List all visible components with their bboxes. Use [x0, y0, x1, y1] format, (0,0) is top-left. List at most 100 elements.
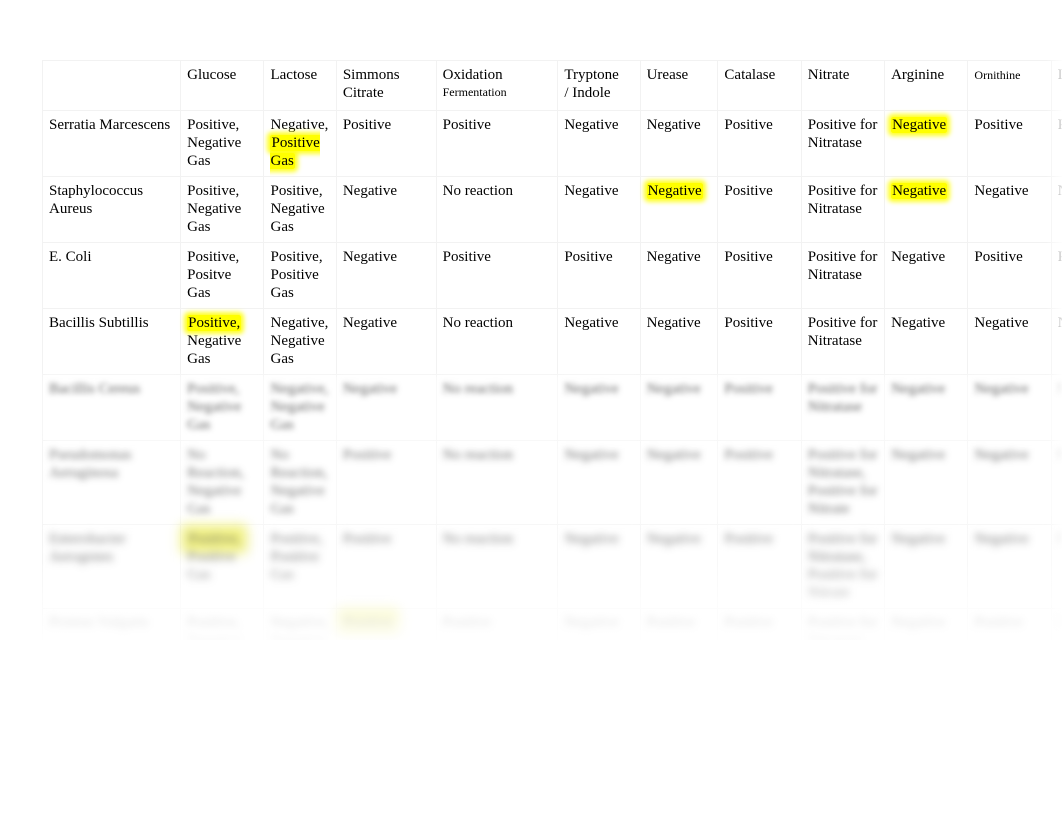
cell-tryptone-indole: Negative: [557, 308, 641, 375]
header-cell-urease: Urease: [639, 60, 719, 111]
simmons-value: Positive: [342, 117, 392, 133]
cell-simmons-citrate: Negative: [335, 374, 437, 441]
cell-catalase: Positive: [717, 110, 802, 177]
cell-lactose: Negative, Negative Gas: [263, 608, 337, 640]
header-label-arginine: Arginine: [891, 67, 945, 83]
cell-organism: Serratia Marcescens: [42, 110, 182, 177]
simmons-value-highlighted: Positive: [342, 615, 394, 631]
urease-value: Positive: [646, 615, 695, 631]
cell-lysine: Negative: [1050, 440, 1062, 525]
cell-simmons-citrate: Negative: [335, 308, 437, 375]
cell-urease: Negative: [639, 308, 719, 375]
urease-value: Negative: [646, 183, 703, 199]
cell-tryptone-indole: Negative: [557, 524, 641, 609]
oxidation-value: No reaction: [442, 381, 514, 397]
catalase-value: Positive: [724, 315, 773, 331]
cell-arginine: Negative: [884, 608, 969, 640]
ornithine-value: Negative: [974, 183, 1029, 199]
lactose-value-plain: Negative, Negative Gas: [270, 315, 329, 367]
header-cell-glucose: Glucose: [180, 60, 265, 111]
cell-nitrate: Positive for Nitratase: [800, 176, 886, 243]
cell-organism: Proteus Vulgaris: [42, 608, 182, 640]
cell-lactose: Positive, Positive Gas: [263, 242, 337, 309]
nitrate-value: Positive for Nitratase: [807, 249, 878, 283]
lysine-value: Positive: [1057, 249, 1062, 265]
header-row: Glucose Lactose Simmons Citrate Oxidatio…: [42, 60, 1062, 111]
cell-nitrate: Positive for Nitratase, Positive: [800, 608, 886, 640]
biochemical-results-table: Glucose Lactose Simmons Citrate Oxidatio…: [42, 60, 1062, 640]
arginine-value: Negative: [891, 117, 948, 133]
nitrate-value: Positive for Nitratase: [807, 183, 878, 217]
cell-lysine: Negative: [1050, 308, 1062, 375]
lactose-value-plain: Positive, Negative Gas: [270, 183, 325, 235]
cell-tryptone-indole: Negative: [557, 110, 641, 177]
urease-value: Negative: [646, 117, 701, 133]
cell-simmons-citrate: Negative: [335, 176, 437, 243]
cell-nitrate: Positive for Nitratase: [800, 308, 886, 375]
cell-simmons-citrate: Positive: [335, 608, 437, 640]
cell-nitrate: Positive for Nitratase: [800, 374, 886, 441]
tryptone-value: Negative: [564, 381, 619, 397]
nitrate-value: Positive for Nitratase, Positive for Nit…: [807, 447, 878, 517]
cell-tryptone-indole: Positive: [557, 242, 641, 309]
header-cell-simmons-citrate: Simmons Citrate: [335, 60, 437, 111]
table-row: Serratia Marcescens Positive, Negative G…: [42, 110, 1062, 177]
lysine-value: Negative: [1058, 531, 1062, 547]
oxidation-value: Positive: [442, 117, 491, 133]
cell-ornithine: Negative: [967, 524, 1052, 609]
lactose-value-plain: No Reaction, Negative Gas: [270, 447, 328, 517]
glucose-value: Positive, Negative Gas: [187, 615, 241, 640]
cell-lactose: No Reaction, Negative Gas: [263, 440, 337, 525]
lysine-value: Negative: [1058, 315, 1062, 331]
cell-oxidation-fermentation: No reaction: [435, 524, 559, 609]
header-label-tryptone: Tryptone: [564, 67, 619, 83]
table-row: Proteus Vulgaris Positive, Negative Gas …: [42, 608, 1062, 640]
header-label-lactose: Lactose: [270, 67, 318, 83]
glucose-value: Positive, Negative Gas: [187, 117, 242, 169]
ornithine-value: Negative: [974, 315, 1029, 331]
cell-simmons-citrate: Positive: [335, 110, 437, 177]
table-row: Pseudomonas Aeruginosa No Reaction, Nega…: [42, 440, 1062, 525]
ornithine-value: Negative: [974, 447, 1029, 463]
header-label-ornithine: Ornithine: [974, 68, 1021, 82]
cell-ornithine: Positive: [967, 608, 1052, 640]
cell-ornithine: Negative: [967, 308, 1052, 375]
cell-oxidation-fermentation: Positive: [435, 608, 559, 640]
lactose-value-plain: Positive, Positive Gas: [270, 249, 323, 301]
cell-organism: Bacillis Subtillis: [42, 308, 182, 375]
arginine-value: Negative: [891, 315, 946, 331]
oxidation-value: No reaction: [442, 531, 514, 547]
oxidation-value: No reaction: [442, 183, 514, 199]
cell-oxidation-fermentation: No reaction: [435, 440, 559, 525]
cell-tryptone-indole: Negative: [557, 440, 641, 525]
nitrate-value: Positive for Nitratase: [807, 315, 878, 349]
cell-glucose: Positive, Negative Gas: [180, 374, 265, 441]
cell-lysine: Negative: [1050, 524, 1062, 609]
arginine-value: Negative: [891, 447, 946, 463]
tryptone-value: Positive: [564, 249, 613, 265]
lactose-value-plain: Negative, Negative Gas: [270, 381, 329, 433]
cell-lysine: Negative: [1050, 176, 1062, 243]
header-label-urease: Urease: [646, 67, 689, 83]
header-label-nitrate: Nitrate: [807, 67, 850, 83]
oxidation-value: No reaction: [442, 447, 514, 463]
urease-value: Negative: [646, 531, 701, 547]
arginine-value: Negative: [891, 381, 946, 397]
simmons-value: Negative: [342, 183, 397, 199]
cell-organism: Staphylococcus Aureus: [42, 176, 182, 243]
cell-urease: Negative: [639, 440, 719, 525]
cell-lactose: Positive, Positive Gas: [263, 524, 337, 609]
table-row: Enterobacter Aerogenes Positive, Positiv…: [42, 524, 1062, 609]
cell-arginine: Negative: [884, 374, 969, 441]
glucose-value: Positive, Negative Gas: [187, 183, 242, 235]
cell-tryptone-indole: Negative: [557, 374, 641, 441]
glucose-value: Positive, Negative Gas: [187, 381, 242, 433]
cell-lysine: Negative: [1050, 374, 1062, 441]
nitrate-value: Positive for Nitratase: [807, 117, 878, 151]
organism-name: Bacillis Cereus: [49, 381, 141, 397]
table-row: E. Coli Positive, Positve Gas Positive, …: [42, 242, 1062, 309]
cell-ornithine: Negative: [967, 374, 1052, 441]
organism-name: E. Coli: [49, 249, 92, 265]
lactose-value-plain: Positive, Positive Gas: [270, 531, 323, 583]
urease-value: Negative: [646, 315, 701, 331]
